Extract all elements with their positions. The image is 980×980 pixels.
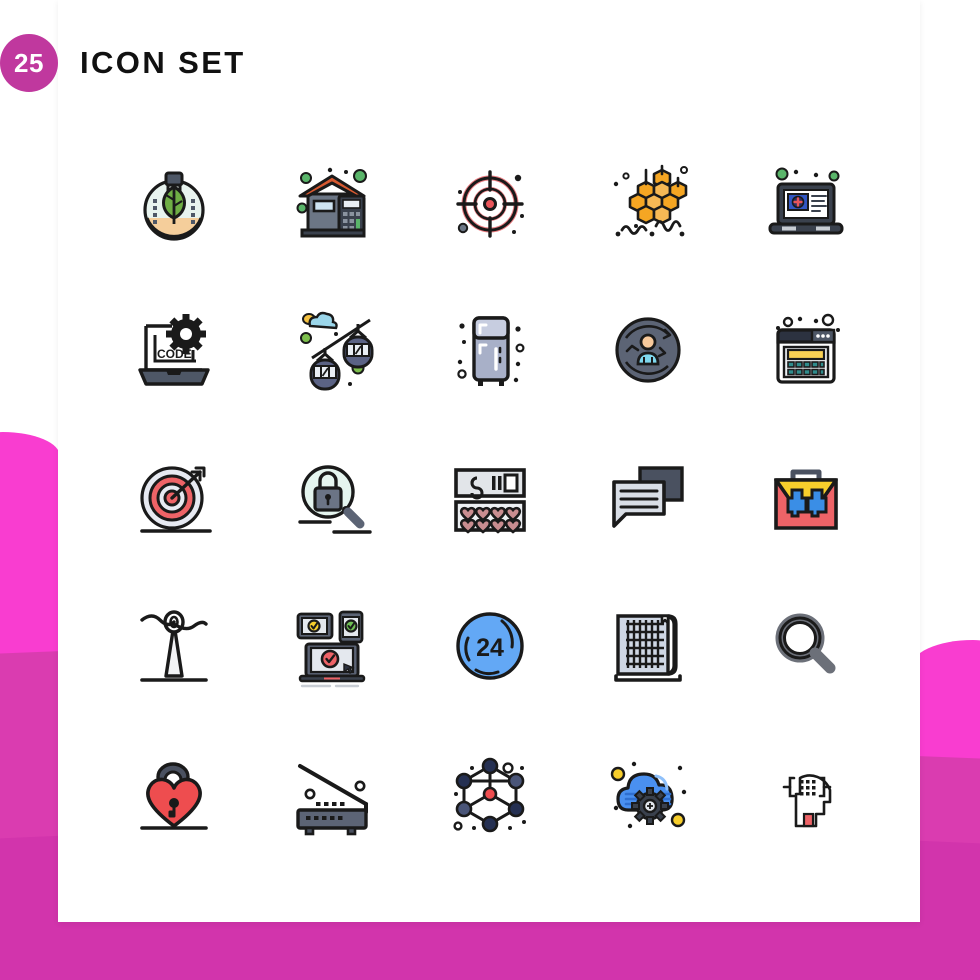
decor-shape-right-mid xyxy=(910,755,980,980)
dartboard-arrow-icon xyxy=(140,466,212,533)
icon-cell-crosshair-target[interactable] xyxy=(411,128,569,276)
icon-cell-browser-calculator[interactable] xyxy=(727,276,885,424)
needle-thread-icon xyxy=(140,610,208,682)
blueprint-grid-paper-icon xyxy=(614,614,682,682)
network-nodes-icon xyxy=(453,757,526,833)
icon-cell-dartboard-arrow[interactable] xyxy=(95,424,253,572)
decor-shape-right xyxy=(910,640,980,980)
icon-cell-chocolate-hearts-box[interactable] xyxy=(411,424,569,572)
icon-cell-chat-bubbles[interactable] xyxy=(569,424,727,572)
magnifier-search-icon xyxy=(775,613,836,674)
icon-cell-toolbox[interactable] xyxy=(727,424,885,572)
decor-shape-left xyxy=(0,432,60,980)
poster-header: 25 ICON SET xyxy=(0,34,246,92)
icon-cell-cloud-gear[interactable] xyxy=(569,720,727,868)
decor-shape-left-lower xyxy=(0,835,60,980)
icon-cell-multi-device-responsive[interactable] xyxy=(253,572,411,720)
icon-cell-terrarium-plant-bottle[interactable] xyxy=(95,128,253,276)
decor-shape-left-mid xyxy=(0,651,60,980)
toolbox-icon xyxy=(774,469,838,530)
crosshair-target-icon xyxy=(456,170,524,238)
icon-cell-needle-thread[interactable] xyxy=(95,572,253,720)
cable-car-gondola-icon xyxy=(300,311,374,391)
twenty-four-hours-icon: 24 xyxy=(456,612,524,680)
lock-magnifier-icon xyxy=(298,465,372,534)
twenty-four-text: 24 xyxy=(476,634,504,662)
icon-cell-blueprint-grid-paper[interactable] xyxy=(569,572,727,720)
user-rotation-icon xyxy=(615,317,681,383)
icon-cell-magnifier-search[interactable] xyxy=(727,572,885,720)
browser-calculator-icon xyxy=(776,313,840,384)
cloud-gear-icon xyxy=(610,761,687,829)
head-code-brackets-icon xyxy=(782,774,832,828)
icon-count-badge: 25 xyxy=(0,34,58,92)
icon-cell-lock-magnifier[interactable] xyxy=(253,424,411,572)
decor-shape-right-lower xyxy=(910,840,980,980)
chat-bubbles-icon xyxy=(612,466,684,528)
icon-cell-flatbed-scanner[interactable] xyxy=(253,720,411,868)
icon-cell-user-rotation[interactable] xyxy=(569,276,727,424)
laptop-code-gear-icon: CODE xyxy=(138,314,210,386)
chocolate-hearts-box-icon xyxy=(454,468,526,534)
icon-cell-head-code-brackets[interactable] xyxy=(727,720,885,868)
house-calculator-icon xyxy=(296,167,367,238)
icon-cell-twenty-four-hours[interactable]: 24 xyxy=(411,572,569,720)
icon-cell-heart-padlock[interactable] xyxy=(95,720,253,868)
flatbed-scanner-icon xyxy=(296,764,368,836)
icon-grid: CODE 24 xyxy=(95,128,885,868)
honeycomb-icon xyxy=(613,164,688,237)
icon-cell-laptop-medical[interactable] xyxy=(727,128,885,276)
decor-band-bottom xyxy=(0,918,980,980)
icon-cell-cable-car-gondola[interactable] xyxy=(253,276,411,424)
icon-cell-laptop-code-gear[interactable]: CODE xyxy=(95,276,253,424)
icon-cell-honeycomb[interactable] xyxy=(569,128,727,276)
icon-set-poster: 25 ICON SET CODE 24 xyxy=(0,0,980,980)
icon-cell-refrigerator[interactable] xyxy=(411,276,569,424)
icon-cell-house-calculator[interactable] xyxy=(253,128,411,276)
laptop-medical-icon xyxy=(768,167,844,235)
refrigerator-icon xyxy=(457,316,525,386)
multi-device-responsive-icon xyxy=(296,610,366,688)
heart-padlock-icon xyxy=(140,762,208,830)
page-title: ICON SET xyxy=(80,45,246,80)
terrarium-plant-bottle-icon xyxy=(143,171,205,241)
icon-cell-network-nodes[interactable] xyxy=(411,720,569,868)
